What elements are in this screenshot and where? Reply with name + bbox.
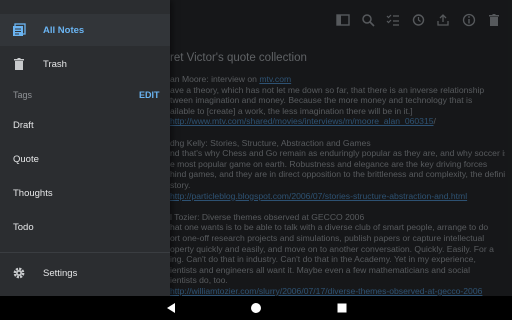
- drawer-item-label: All Notes: [43, 24, 85, 36]
- tag-item-todo[interactable]: Todo: [0, 211, 170, 243]
- tag-item-draft[interactable]: Draft: [0, 109, 170, 141]
- tag-item-thoughts[interactable]: Thoughts: [0, 177, 170, 209]
- tag-label: Draft: [13, 119, 34, 131]
- notes-icon: [13, 23, 26, 36]
- recents-icon[interactable]: [336, 302, 348, 314]
- tag-label: Todo: [13, 221, 34, 233]
- system-navigation-bar: [0, 296, 512, 320]
- edit-tags-button[interactable]: EDIT: [139, 90, 160, 100]
- drawer-item-label: Settings: [43, 267, 78, 279]
- tag-label: Thoughts: [13, 187, 53, 199]
- drawer-item-settings[interactable]: Settings: [0, 257, 170, 289]
- drawer-item-all-notes[interactable]: All Notes: [0, 14, 170, 46]
- tag-label: Quote: [13, 153, 39, 165]
- tags-section-header: Tags: [13, 90, 33, 100]
- navigation-drawer: All Notes Trash Tags EDIT Draft Quote Th…: [0, 0, 170, 296]
- drawer-item-label: Trash: [43, 58, 67, 70]
- home-icon[interactable]: [250, 302, 262, 314]
- trash-icon: [14, 58, 24, 70]
- back-icon[interactable]: [165, 302, 177, 314]
- settings-icon: [13, 267, 25, 279]
- tag-item-quote[interactable]: Quote: [0, 143, 170, 175]
- drawer-item-trash[interactable]: Trash: [0, 48, 170, 80]
- drawer-divider: [0, 252, 170, 253]
